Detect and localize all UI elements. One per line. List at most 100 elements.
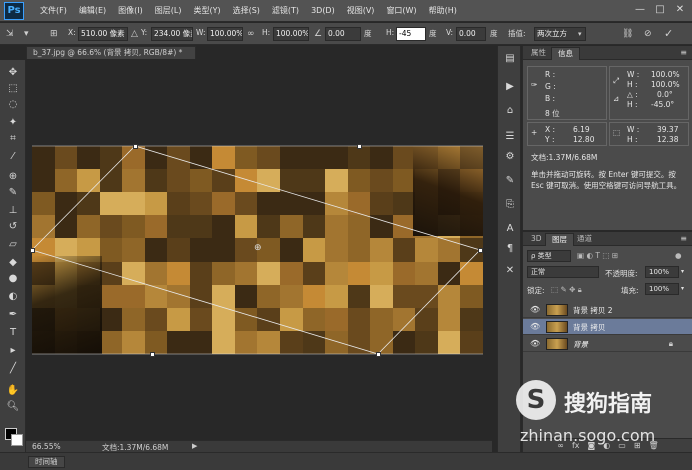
tab-properties[interactable]: 属性: [525, 47, 552, 60]
background-color-swatch[interactable]: [11, 434, 23, 446]
paint-bucket-tool-icon[interactable]: ◆: [5, 256, 21, 270]
character-icon[interactable]: A: [502, 222, 518, 236]
type-tool-icon[interactable]: T: [5, 326, 21, 340]
line-tool-icon[interactable]: ╱: [5, 362, 21, 376]
layer-row[interactable]: 👁︎ 背景 拷贝 2: [523, 302, 692, 318]
paragraph-icon[interactable]: ¶: [502, 242, 518, 256]
mosaic-cell: [280, 307, 303, 331]
angle-input[interactable]: 0.00: [325, 27, 361, 41]
menu-item[interactable]: 窗口(W): [380, 0, 422, 22]
healing-brush-tool-icon[interactable]: ⊕: [5, 170, 21, 184]
tab-channels[interactable]: 通道: [571, 233, 598, 246]
pivot-point-icon[interactable]: ⊕: [254, 243, 262, 253]
blur-tool-icon[interactable]: ●: [5, 272, 21, 286]
history-brush-tool-icon[interactable]: ↺: [5, 220, 21, 234]
status-arrow-icon[interactable]: ▶: [192, 442, 197, 450]
histogram-icon[interactable]: ▤: [502, 52, 518, 66]
reference-point-icon[interactable]: ⊞: [50, 28, 58, 40]
pen-tool-icon[interactable]: ✒: [5, 308, 21, 322]
menu-item[interactable]: 编辑(E): [73, 0, 112, 22]
properties-icon[interactable]: ☰: [502, 130, 518, 144]
width-input[interactable]: 100.00%: [207, 27, 243, 41]
clone-source-icon[interactable]: ⎘: [502, 198, 518, 212]
transform-handle-middle-right[interactable]: [478, 248, 483, 253]
layer-row[interactable]: 👁︎ 背景 拷贝: [523, 319, 692, 335]
crop-tool-icon[interactable]: ⌗: [5, 132, 21, 146]
layer-row[interactable]: 👁︎ 背景 🔒︎: [523, 336, 692, 352]
lock-options-icons[interactable]: ⬚ ✎ ✥ 🔒︎: [551, 285, 582, 295]
mosaic-cell: [415, 307, 438, 331]
menu-item[interactable]: 文件(F): [34, 0, 73, 22]
adjustments-icon[interactable]: ⚙: [502, 150, 518, 164]
chevron-down-icon[interactable]: ▾: [578, 28, 582, 40]
delta-icon[interactable]: △: [131, 28, 138, 40]
menu-item[interactable]: 滤镜(T): [266, 0, 305, 22]
layer-filter-select[interactable]: ρ 类型: [527, 250, 571, 262]
filter-toggle-icon[interactable]: ●: [675, 251, 682, 260]
zoom-tool-icon[interactable]: 🔍︎: [5, 400, 21, 414]
eraser-tool-icon[interactable]: ▱: [5, 238, 21, 252]
mosaic-cell: [437, 238, 461, 262]
brush-tool-icon[interactable]: ✎: [5, 186, 21, 200]
transform-handle-top-left[interactable]: [133, 144, 138, 149]
maximize-button[interactable]: □: [652, 3, 668, 17]
cancel-transform-icon[interactable]: ⊘: [644, 28, 652, 40]
height-input[interactable]: 100.00%: [273, 27, 309, 41]
transform-handle-middle-left[interactable]: [30, 248, 35, 253]
x-input[interactable]: 510.00 像素: [78, 27, 128, 41]
opacity-input[interactable]: 100%: [645, 266, 679, 278]
menu-item[interactable]: 视图(V): [341, 0, 381, 22]
clone-stamp-tool-icon[interactable]: ⊥: [5, 204, 21, 218]
tab-layers[interactable]: 图层: [545, 233, 574, 246]
tab-info[interactable]: 信息: [551, 47, 580, 60]
timeline-tab[interactable]: 时间轴: [28, 456, 65, 468]
horizontal-skew-input[interactable]: -45: [396, 27, 426, 41]
opacity-label: 不透明度:: [605, 269, 638, 278]
blend-mode-select[interactable]: 正常: [527, 266, 599, 278]
lasso-tool-icon[interactable]: ◌: [5, 98, 21, 112]
commit-transform-icon[interactable]: ✓: [664, 28, 673, 40]
menu-item[interactable]: 图层(L): [149, 0, 188, 22]
vertical-skew-input[interactable]: 0.00: [456, 27, 486, 41]
path-selection-tool-icon[interactable]: ▸: [5, 344, 21, 358]
zoom-level[interactable]: 66.55%: [32, 442, 61, 451]
move-tool-icon[interactable]: ✥: [5, 66, 21, 80]
close-button[interactable]: ✕: [672, 3, 688, 17]
skew-info-icon: ⊿: [613, 94, 620, 103]
dodge-tool-icon[interactable]: ◐: [5, 290, 21, 304]
opacity-chevron-icon[interactable]: ▾: [681, 268, 684, 275]
styles-icon[interactable]: ✕: [502, 264, 518, 278]
panel-menu-icon[interactable]: ≡: [680, 48, 687, 57]
menu-item[interactable]: 3D(D): [305, 0, 341, 22]
magic-wand-tool-icon[interactable]: ✦: [5, 116, 21, 130]
actions-play-icon[interactable]: ▶: [502, 80, 518, 94]
eye-icon[interactable]: 👁︎: [530, 305, 540, 314]
eye-icon[interactable]: 👁︎: [530, 339, 540, 348]
menu-item[interactable]: 图像(I): [112, 0, 149, 22]
minimize-button[interactable]: —: [632, 3, 648, 17]
marquee-tool-icon[interactable]: ⬚: [5, 82, 21, 96]
link-icon[interactable]: ∞: [247, 28, 255, 40]
fill-chevron-icon[interactable]: ▾: [681, 285, 684, 292]
eyedropper-tool-icon[interactable]: ⁄: [5, 150, 21, 164]
warp-mode-icon[interactable]: ⛓: [622, 28, 633, 40]
document-tab[interactable]: b_37.jpg @ 66.6% (背景 拷贝, RGB/8#) *: [26, 46, 196, 59]
mosaic-cell: [347, 330, 371, 354]
panel-menu-icon[interactable]: ≡: [680, 234, 687, 243]
mosaic-cell: [99, 330, 123, 354]
menu-item[interactable]: 类型(Y): [187, 0, 226, 22]
transform-handle-top-center[interactable]: [357, 144, 362, 149]
filter-type-icons[interactable]: ▣ ◐ T ⬚ ⊞: [577, 251, 618, 260]
transform-tool-icon[interactable]: ⇲: [6, 28, 14, 40]
menu-item[interactable]: 选择(S): [227, 0, 266, 22]
history-icon[interactable]: ⌂: [502, 104, 518, 118]
transform-handle-bottom-right[interactable]: [376, 352, 381, 357]
transform-handle-bottom-center[interactable]: [150, 352, 155, 357]
brush-presets-icon[interactable]: ✎: [502, 174, 518, 188]
menu-item[interactable]: 帮助(H): [423, 0, 463, 22]
fill-input[interactable]: 100%: [645, 283, 679, 295]
eye-icon[interactable]: 👁︎: [530, 322, 540, 331]
hand-tool-icon[interactable]: ✋: [5, 384, 21, 398]
tool-preset-arrow-icon[interactable]: ▾: [24, 28, 29, 40]
y-input[interactable]: 234.00 像素: [151, 27, 193, 41]
